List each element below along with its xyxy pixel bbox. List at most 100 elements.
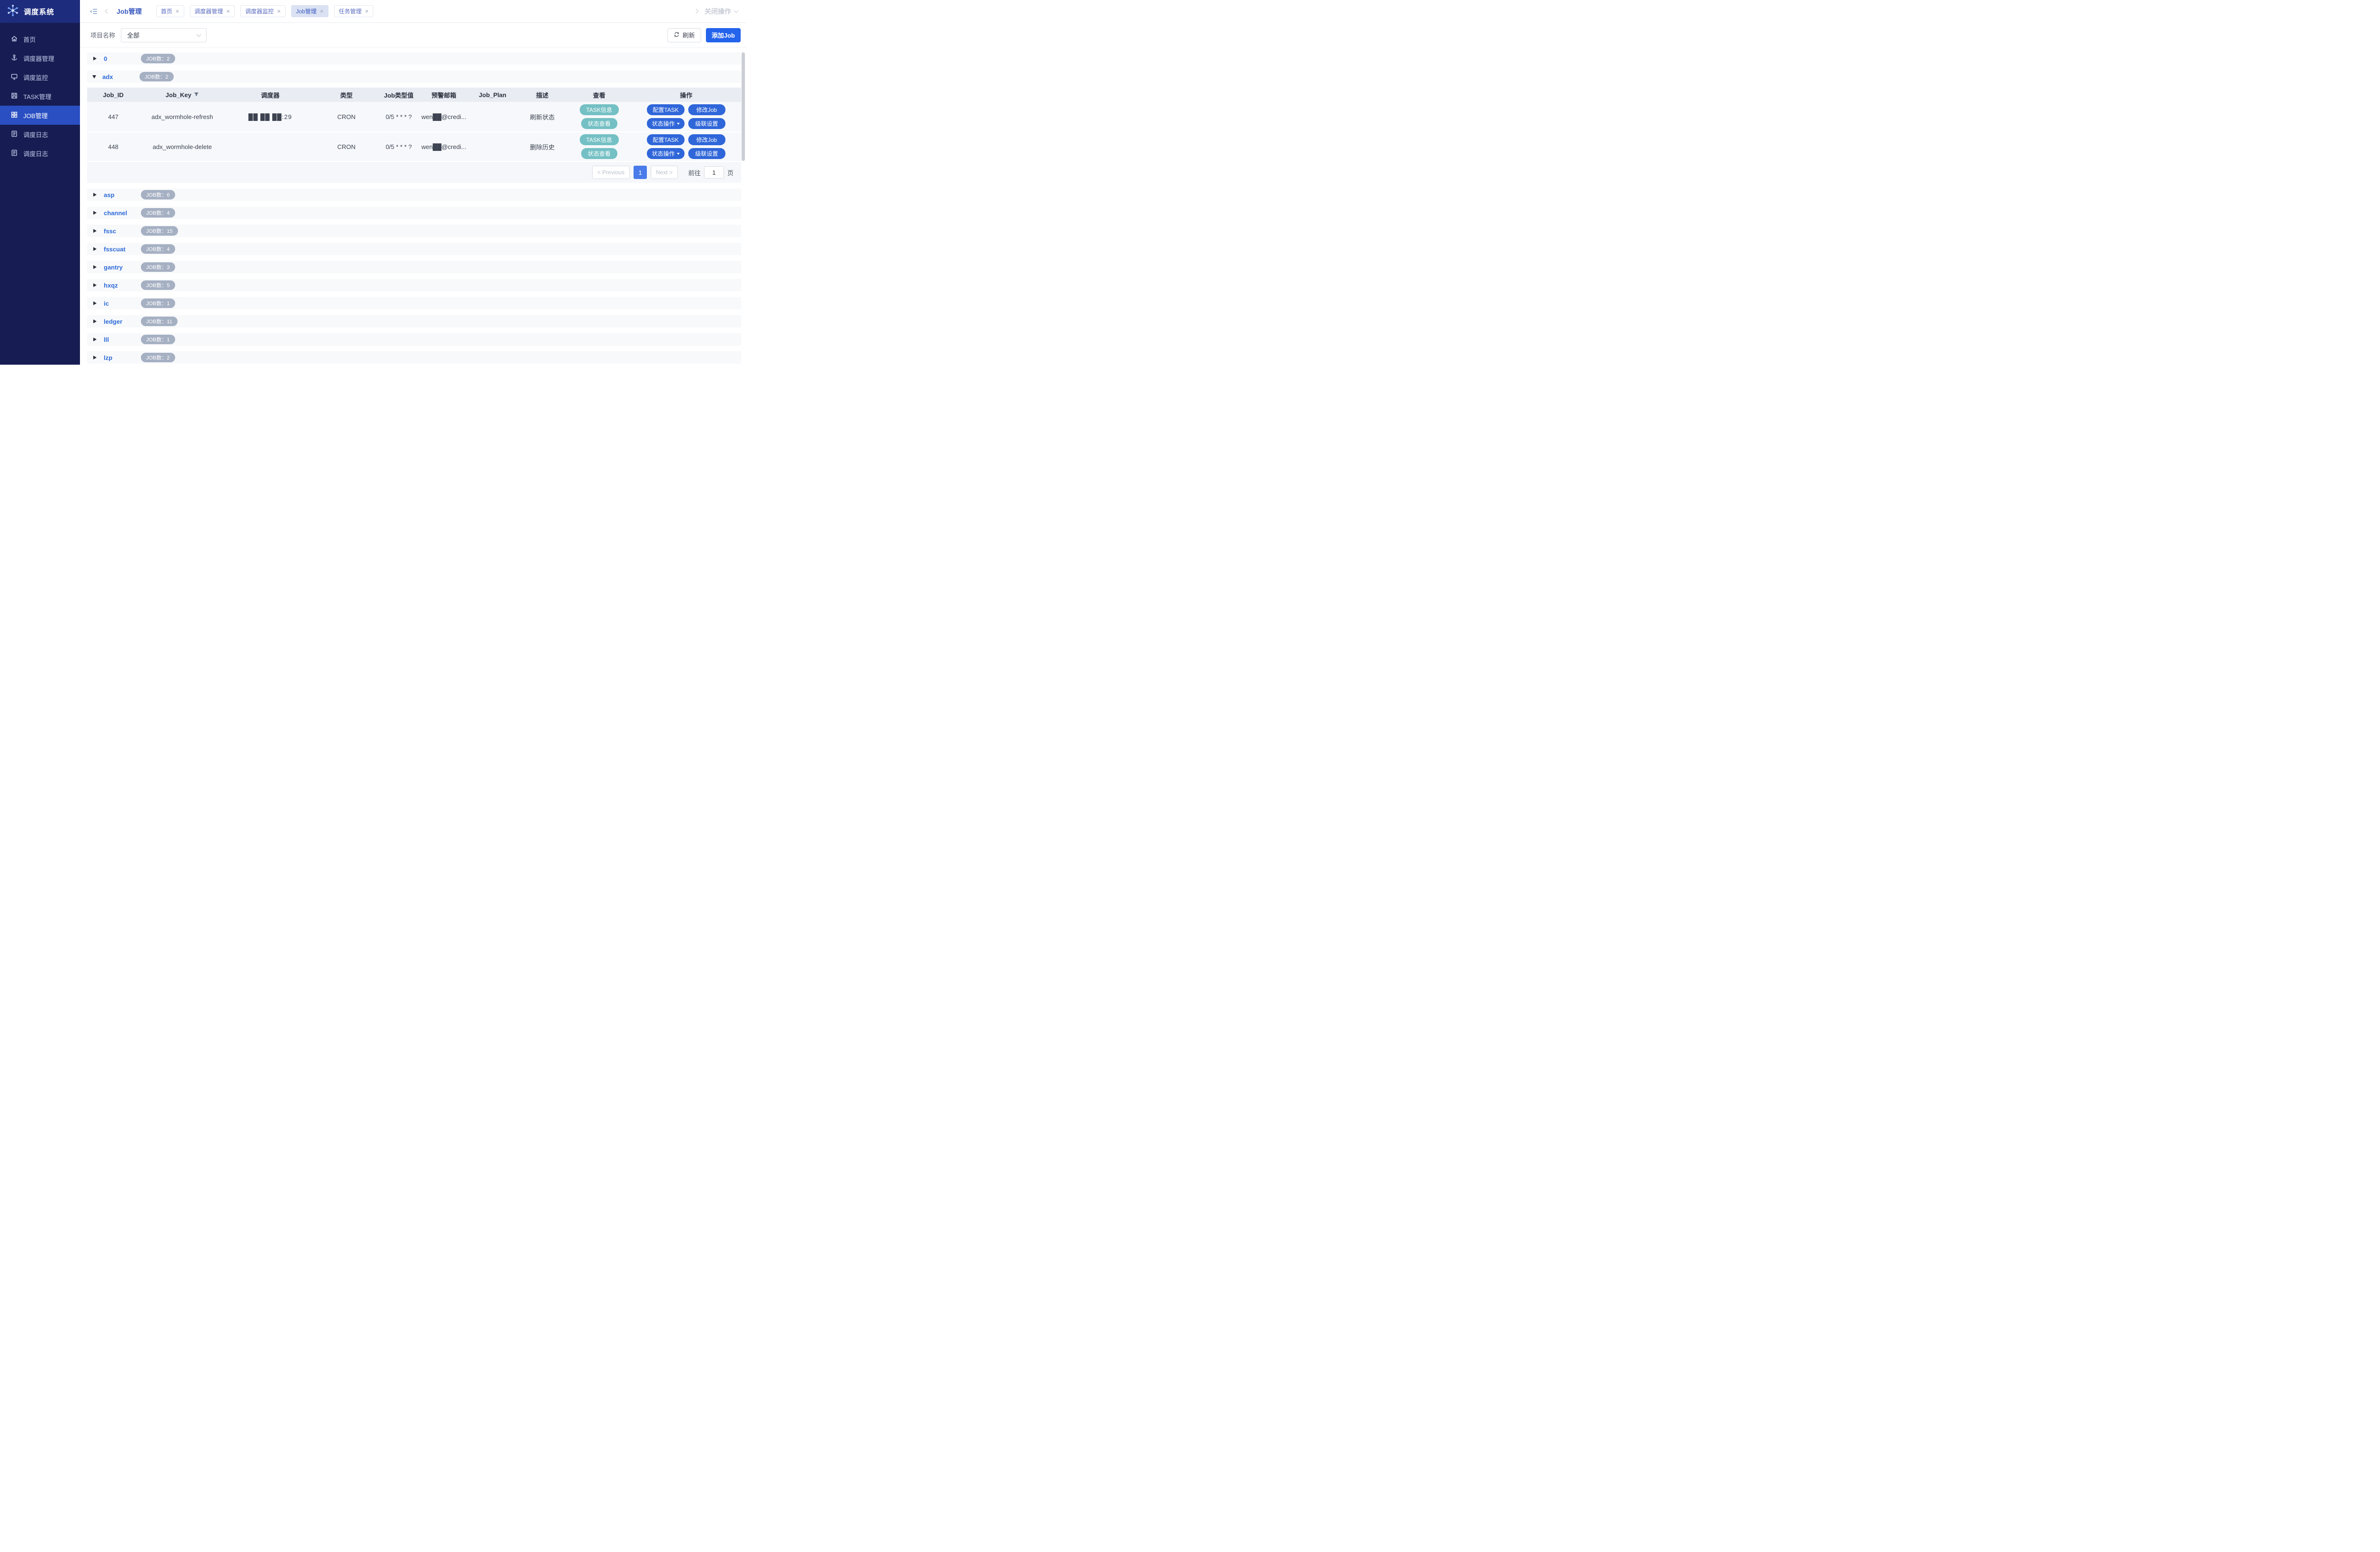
- sidebar-item-task-mgmt[interactable]: TASK管理: [0, 87, 80, 106]
- status-ops-dropdown-button[interactable]: 状态操作: [647, 148, 684, 159]
- previous-page-button[interactable]: < Previous: [592, 166, 630, 179]
- tab-job-mgmt[interactable]: Job管理 ×: [291, 5, 328, 17]
- tab-label: Job管理: [296, 8, 317, 15]
- tab-scheduler-monitor[interactable]: 调度器监控 ×: [240, 5, 286, 17]
- refresh-label: 刷新: [682, 32, 695, 39]
- table-row: 447 adx_wormhole-refresh ██ ██ ██:29 CRO…: [87, 102, 741, 131]
- group-row-fsscuat[interactable]: fsscuat JOB数：4: [87, 243, 741, 255]
- group-name-link[interactable]: ic: [104, 300, 141, 307]
- job-count-badge: JOB数：1: [141, 335, 175, 344]
- app-window: 调度系统 首页 调度器管理 调度监控 TASK管理 JOB管理 调度日志 调度日…: [0, 0, 746, 365]
- sidebar-item-label: 调度日志: [23, 150, 49, 158]
- sidebar-collapse-button[interactable]: [89, 7, 98, 16]
- caret-right-icon: [93, 211, 97, 215]
- project-select-value: 全部: [127, 32, 140, 39]
- group-row-gantry[interactable]: gantry JOB数：3: [87, 261, 741, 273]
- group-row-channel[interactable]: channel JOB数：4: [87, 207, 741, 219]
- close-icon[interactable]: ×: [365, 8, 369, 14]
- close-icon[interactable]: ×: [176, 8, 179, 14]
- task-info-button[interactable]: TASK信息: [579, 134, 619, 145]
- group-row-ledger[interactable]: ledger JOB数：11: [87, 315, 741, 328]
- group-row-lll[interactable]: lll JOB数：1: [87, 333, 741, 346]
- tabs-scroll-left-icon[interactable]: [105, 9, 110, 14]
- cell-description: 刷新状态: [530, 113, 555, 121]
- group-row-asp[interactable]: asp JOB数：6: [87, 189, 741, 201]
- sidebar-item-home[interactable]: 首页: [0, 30, 80, 49]
- add-job-button[interactable]: 添加Job: [705, 28, 741, 42]
- group-name-link[interactable]: gantry: [104, 264, 141, 271]
- refresh-button[interactable]: 刷新: [667, 28, 701, 42]
- group-name-link[interactable]: asp: [104, 191, 141, 199]
- job-count-badge: JOB数：3: [141, 262, 175, 272]
- chevron-down-icon: [734, 8, 739, 13]
- group-row-ic[interactable]: ic JOB数：1: [87, 297, 741, 309]
- vertical-scrollbar[interactable]: [742, 52, 745, 161]
- page-number-1[interactable]: 1: [633, 166, 647, 179]
- task-info-button[interactable]: TASK信息: [579, 104, 619, 115]
- group-name-link[interactable]: 0: [104, 55, 141, 62]
- group-name-link[interactable]: channel: [104, 209, 141, 217]
- group-row-lzp[interactable]: lzp JOB数：2: [87, 351, 741, 364]
- sidebar-item-job-mgmt[interactable]: JOB管理: [0, 106, 80, 125]
- page-unit-label: 页: [727, 169, 734, 177]
- tab-scheduler-mgmt[interactable]: 调度器管理 ×: [189, 5, 235, 17]
- group-name-link[interactable]: fsscuat: [104, 246, 141, 253]
- cascade-settings-button[interactable]: 级联设置: [688, 118, 725, 129]
- close-icon[interactable]: ×: [227, 8, 230, 14]
- group-fsscuat: fsscuat JOB数：4: [87, 243, 741, 255]
- log-icon: [10, 130, 18, 139]
- project-select[interactable]: 全部: [121, 28, 207, 42]
- edit-job-button[interactable]: 修改Job: [688, 104, 725, 115]
- col-header-job-plan: Job_Plan: [478, 91, 506, 99]
- tab-task-mgmt[interactable]: 任务管理 ×: [334, 5, 374, 17]
- filter-bar: 项目名称 全部 刷新 添加Job: [80, 23, 746, 48]
- config-task-button[interactable]: 配置TASK: [647, 134, 684, 145]
- close-icon[interactable]: ×: [320, 8, 324, 14]
- close-operations-dropdown[interactable]: 关闭操作: [704, 7, 739, 16]
- group-row-fssc[interactable]: fssc JOB数：15: [87, 225, 741, 237]
- anchor-icon: [10, 54, 18, 63]
- sidebar-logo-area: 调度系统: [0, 0, 80, 23]
- cell-job-key: adx_wormhole-refresh: [151, 113, 213, 120]
- group-lzp: lzp JOB数：2: [87, 351, 741, 364]
- sidebar: 调度系统 首页 调度器管理 调度监控 TASK管理 JOB管理 调度日志 调度日…: [0, 0, 80, 365]
- close-icon[interactable]: ×: [277, 8, 281, 14]
- tab-label: 调度器监控: [245, 8, 274, 15]
- group-row-0[interactable]: 0 JOB数：2: [87, 52, 741, 65]
- task-icon: [10, 92, 18, 101]
- tab-label: 调度器管理: [194, 8, 223, 15]
- sidebar-item-schedule-log-1[interactable]: 调度日志: [0, 125, 80, 144]
- tab-home[interactable]: 首页 ×: [156, 5, 184, 17]
- filter-funnel-icon[interactable]: [194, 91, 199, 99]
- status-view-button[interactable]: 状态查看: [581, 118, 617, 129]
- status-view-button[interactable]: 状态查看: [581, 148, 617, 159]
- caret-right-icon: [93, 193, 97, 197]
- group-name-link[interactable]: ledger: [104, 318, 141, 325]
- sidebar-nav: 首页 调度器管理 调度监控 TASK管理 JOB管理 调度日志 调度日志: [0, 23, 80, 163]
- sidebar-item-scheduler-mgmt[interactable]: 调度器管理: [0, 49, 80, 68]
- tabs-scroll-right-icon[interactable]: [694, 9, 699, 14]
- next-page-button[interactable]: Next >: [650, 166, 678, 179]
- edit-job-button[interactable]: 修改Job: [688, 134, 725, 145]
- tab-label: 首页: [160, 8, 172, 15]
- group-hxqz: hxqz JOB数：5: [87, 279, 741, 291]
- cascade-settings-button[interactable]: 级联设置: [688, 148, 725, 159]
- group-name-link[interactable]: lll: [104, 336, 141, 343]
- status-ops-dropdown-button[interactable]: 状态操作: [647, 118, 684, 129]
- job-count-badge: JOB数：4: [141, 208, 175, 218]
- col-header-description: 描述: [536, 91, 549, 99]
- group-row-hxqz[interactable]: hxqz JOB数：5: [87, 279, 741, 291]
- group-name-link[interactable]: fssc: [104, 228, 141, 235]
- caret-right-icon: [93, 229, 97, 233]
- cell-alert-email: wen██@credi...: [421, 113, 466, 120]
- group-name-link[interactable]: lzp: [104, 354, 141, 361]
- sidebar-item-monitor[interactable]: 调度监控: [0, 68, 80, 87]
- sidebar-item-schedule-log-2[interactable]: 调度日志: [0, 144, 80, 163]
- caret-right-icon: [93, 57, 97, 60]
- group-name-link[interactable]: hxqz: [104, 282, 141, 289]
- goto-page-input[interactable]: [704, 166, 724, 179]
- caret-right-icon: [93, 283, 97, 287]
- group-row-adx[interactable]: adx JOB数：2: [87, 70, 741, 83]
- group-name-link[interactable]: adx: [102, 73, 139, 80]
- config-task-button[interactable]: 配置TASK: [647, 104, 684, 115]
